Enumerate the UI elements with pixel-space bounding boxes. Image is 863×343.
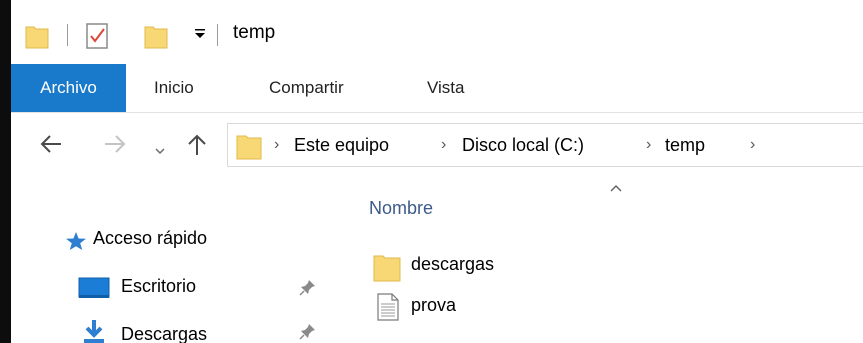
- toolbar-separator: [217, 24, 218, 46]
- pin-icon[interactable]: [299, 278, 317, 300]
- recent-locations-button[interactable]: [154, 137, 166, 163]
- breadcrumb-chevron-icon[interactable]: ›: [750, 136, 755, 154]
- desktop-icon: [78, 276, 110, 305]
- window-title: temp: [233, 22, 276, 43]
- toolbar-separator: [67, 24, 68, 46]
- back-arrow-icon: [40, 135, 61, 153]
- navigation-pane: Acceso rápido Escritorio Descargas: [11, 180, 341, 343]
- forward-arrow-icon: [105, 135, 126, 153]
- breadcrumb-chevron-icon[interactable]: ›: [441, 136, 446, 154]
- up-button[interactable]: [186, 133, 208, 163]
- tab-compartir[interactable]: Compartir: [269, 64, 344, 112]
- breadcrumb-chevron-icon[interactable]: ›: [646, 136, 651, 154]
- column-header-name[interactable]: Nombre: [369, 198, 433, 219]
- tab-archivo[interactable]: Archivo: [11, 64, 126, 112]
- chevron-down-icon: [155, 148, 165, 155]
- pin-icon[interactable]: [299, 322, 317, 343]
- tab-inicio[interactable]: Inicio: [154, 64, 194, 112]
- star-icon: [65, 231, 87, 256]
- folder-icon: [25, 23, 49, 54]
- folder-icon: [236, 132, 262, 165]
- folder-icon: [373, 252, 401, 287]
- properties-icon[interactable]: [85, 22, 111, 55]
- text-file-icon: [377, 293, 399, 326]
- file-explorer-window: temp Archivo Inicio Compartir Vista › Es…: [11, 0, 863, 343]
- tab-vista[interactable]: Vista: [427, 64, 465, 112]
- sort-ascending-icon: [609, 180, 623, 196]
- address-bar[interactable]: › Este equipo › Disco local (C:) › temp …: [227, 123, 863, 167]
- file-list: Nombre descargas prova: [351, 180, 863, 343]
- breadcrumb-disco-local[interactable]: Disco local (C:): [462, 135, 584, 156]
- nav-descargas[interactable]: Descargas: [121, 324, 207, 343]
- back-button[interactable]: [39, 133, 63, 161]
- navigation-bar: › Este equipo › Disco local (C:) › temp …: [11, 113, 863, 179]
- file-name: descargas: [411, 254, 495, 274]
- file-name: prova: [411, 295, 457, 315]
- customize-toolbar-dropdown-icon[interactable]: [194, 28, 206, 43]
- up-arrow-icon: [188, 134, 206, 155]
- breadcrumb-este-equipo[interactable]: Este equipo: [294, 135, 389, 156]
- forward-button[interactable]: [103, 133, 127, 161]
- ribbon-tabs: Archivo Inicio Compartir Vista: [11, 64, 863, 113]
- download-arrow-icon: [81, 318, 107, 343]
- nav-quick-access[interactable]: Acceso rápido: [93, 228, 207, 249]
- title-bar: temp: [11, 0, 863, 64]
- breadcrumb-chevron-icon[interactable]: ›: [274, 136, 279, 154]
- new-folder-icon[interactable]: [144, 23, 168, 54]
- nav-escritorio[interactable]: Escritorio: [121, 276, 196, 297]
- breadcrumb-temp[interactable]: temp: [665, 135, 705, 156]
